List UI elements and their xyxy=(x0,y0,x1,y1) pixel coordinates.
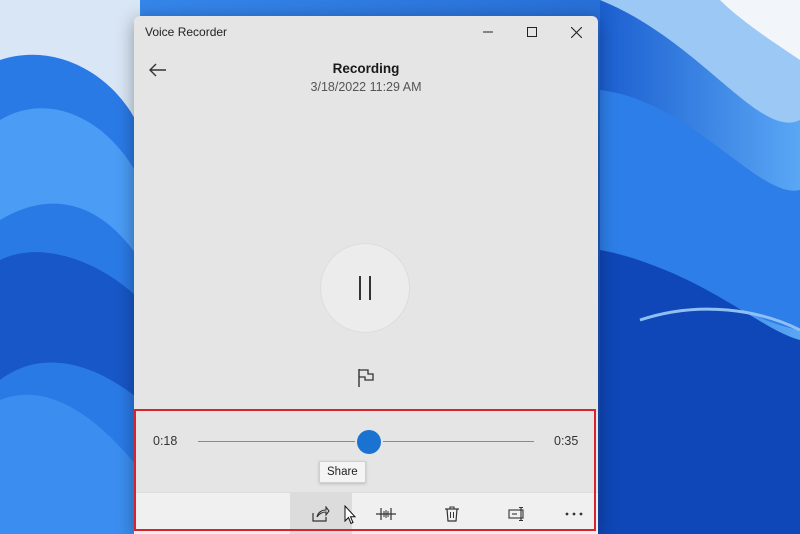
maximize-icon xyxy=(527,27,537,37)
minimize-button[interactable] xyxy=(466,16,510,48)
close-button[interactable] xyxy=(554,16,598,48)
title-bar[interactable]: Voice Recorder xyxy=(134,16,598,48)
pause-icon xyxy=(359,276,371,300)
pause-button[interactable] xyxy=(320,243,410,333)
app-title: Voice Recorder xyxy=(145,25,228,39)
share-icon xyxy=(312,506,330,522)
voice-recorder-window: Voice Recorder Recording 3/18/2022 11:29… xyxy=(134,16,598,534)
seek-thumb[interactable] xyxy=(357,430,381,454)
rename-icon xyxy=(508,507,524,521)
total-duration: 0:35 xyxy=(554,434,579,448)
close-icon xyxy=(570,26,582,38)
delete-icon xyxy=(445,506,459,522)
elapsed-time: 0:18 xyxy=(153,434,178,448)
rename-button[interactable] xyxy=(496,493,540,534)
mouse-cursor-icon xyxy=(344,505,356,525)
trim-button[interactable] xyxy=(364,493,408,534)
add-marker-button[interactable] xyxy=(353,365,379,391)
recording-title: Recording xyxy=(332,61,400,76)
share-button[interactable] xyxy=(290,493,352,534)
recording-date: 3/18/2022 11:29 AM xyxy=(310,80,422,94)
more-icon xyxy=(565,512,583,516)
delete-button[interactable] xyxy=(430,493,474,534)
trim-icon xyxy=(376,508,396,520)
maximize-button[interactable] xyxy=(510,16,554,48)
more-options-button[interactable] xyxy=(552,493,596,534)
share-tooltip: Share xyxy=(319,461,366,483)
flag-icon xyxy=(358,369,374,387)
bottom-toolbar xyxy=(134,492,598,534)
minimize-icon xyxy=(483,31,493,33)
